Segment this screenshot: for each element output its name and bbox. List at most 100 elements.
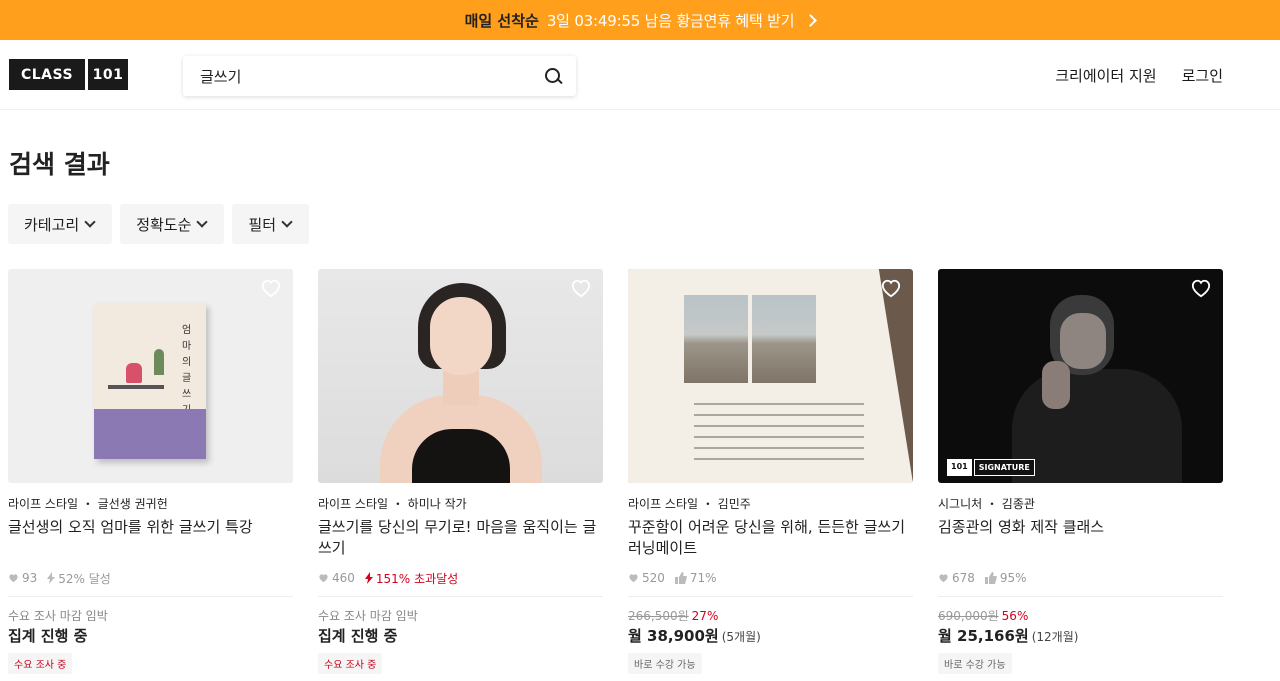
status-text: 집계 진행 중 (318, 627, 398, 645)
class-title[interactable]: 글쓰기를 당신의 무기로! 마음을 움직이는 글쓰기 (318, 517, 603, 559)
monthly-price: 월 38,900원 (5개월) (628, 625, 913, 647)
chevron-down-icon (196, 216, 209, 228)
class-card[interactable]: 라이프 스타일 ・ 하미나 작가 글쓰기를 당신의 무기로! 마음을 움직이는 … (318, 269, 603, 674)
price-info: 266,500원 27% (628, 607, 913, 623)
filter-category[interactable]: 카테고리 (8, 204, 113, 244)
filter-label: 카테고리 (24, 215, 80, 234)
heart-icon[interactable] (570, 278, 592, 298)
funding-rate: 151% 초과달성 (375, 571, 459, 586)
like-count: 460 (332, 571, 355, 585)
heart-small-icon (9, 574, 18, 583)
like-count: 678 (952, 571, 975, 585)
original-price: 266,500원 (628, 609, 689, 623)
class-stats: 678 95% (938, 571, 1223, 585)
heart-small-icon (939, 574, 948, 583)
satisfaction-stat: 71% (674, 571, 717, 585)
beach-photo (752, 295, 816, 383)
installment-months: (5개월) (721, 630, 761, 644)
deadline-text: 수요 조사 마감 임박 (8, 609, 108, 623)
filter-sort[interactable]: 정확도순 (120, 204, 225, 244)
chevron-right-icon (804, 13, 818, 27)
class-card[interactable]: 라이프 스타일 ・ 김민주 꾸준함이 어려운 당신을 위해, 든든한 글쓰기 러… (628, 269, 913, 674)
divider (318, 596, 603, 597)
discount-rate: 56% (1001, 609, 1029, 623)
divider (938, 596, 1223, 597)
promo-text: 3일 03:49:55 남음 황금연휴 혜택 받기 (546, 11, 795, 30)
logo[interactable]: CLASS 101 (9, 59, 128, 90)
login-link[interactable]: 로그인 (1182, 65, 1223, 86)
divider (628, 596, 913, 597)
monthly-price: 월 25,166원 (12개월) (938, 625, 1223, 647)
beach-photo (684, 295, 748, 383)
person-illustration (126, 363, 142, 383)
class-thumbnail[interactable] (318, 269, 603, 483)
portrait-dress (412, 429, 510, 483)
search-bar (183, 56, 576, 96)
monthly-price-value: 월 25,166원 (938, 627, 1029, 645)
thumbs-up-icon (674, 572, 687, 584)
class-stats: 460 151% 초과달성 (318, 570, 603, 587)
satisfaction-rate: 95% (999, 571, 1027, 585)
filter-label: 필터 (248, 215, 277, 234)
heart-small-icon (629, 574, 638, 583)
class-category: 시그니처 ・ 김종관 (938, 497, 1035, 511)
filter-label: 정확도순 (136, 215, 192, 234)
promo-prefix: 매일 선착순 (464, 11, 539, 30)
class-stats: 520 71% (628, 571, 913, 585)
funding-stat: 151% 초과달성 (364, 570, 459, 587)
text-lines (694, 403, 864, 469)
logo-101: 101 (88, 59, 128, 90)
status-badge: 수요 조사 중 (318, 653, 383, 674)
creator-support-link[interactable]: 크리에이터 지원 (1055, 65, 1156, 86)
logo-class: CLASS (9, 59, 85, 90)
page-title: 검색 결과 (9, 150, 110, 179)
class-card[interactable]: 엄마의 글쓰기 라이프 스타일 ・ 글선생 권귀헌 글선생의 오직 엄마를 위한… (8, 269, 293, 674)
result-list: 엄마의 글쓰기 라이프 스타일 ・ 글선생 권귀헌 글선생의 오직 엄마를 위한… (8, 269, 1223, 674)
status-badge: 바로 수강 가능 (938, 653, 1012, 674)
like-stat: 93 (8, 571, 37, 585)
class-thumbnail[interactable]: 101 SIGNATURE (938, 269, 1223, 483)
class-title[interactable]: 꾸준함이 어려운 당신을 위해, 든든한 글쓰기 러닝메이트 (628, 517, 913, 559)
deadline-text: 수요 조사 마감 임박 (318, 609, 418, 623)
signature-logo: 101 (947, 459, 972, 476)
portrait-body (1012, 369, 1182, 483)
lightning-icon (364, 572, 373, 584)
portrait-hand (1042, 361, 1070, 409)
heart-small-icon (319, 574, 328, 583)
class-category: 라이프 스타일 ・ 하미나 작가 (318, 497, 467, 511)
status-badge: 수요 조사 중 (8, 653, 73, 674)
signature-label: SIGNATURE (973, 459, 1035, 476)
like-stat: 460 (318, 571, 355, 585)
class-thumbnail[interactable]: 엄마의 글쓰기 (8, 269, 293, 483)
like-stat: 520 (628, 571, 665, 585)
promo-banner[interactable]: 매일 선착순 3일 03:49:55 남음 황금연휴 혜택 받기 (0, 0, 1280, 40)
heart-icon[interactable] (1190, 278, 1212, 298)
header: CLASS 101 크리에이터 지원 로그인 (0, 40, 1280, 110)
class-title[interactable]: 글선생의 오직 엄마를 위한 글쓰기 특강 (8, 517, 293, 559)
class-title[interactable]: 김종관의 영화 제작 클래스 (938, 517, 1223, 559)
class-thumbnail[interactable] (628, 269, 913, 483)
search-input[interactable] (200, 67, 544, 85)
desk-illustration (108, 385, 164, 389)
like-count: 93 (22, 571, 38, 585)
thumbs-up-icon (984, 572, 997, 584)
chevron-down-icon (281, 216, 293, 228)
discount-rate: 27% (691, 609, 719, 623)
book-title-text: 엄마의 글쓰기 (182, 325, 192, 416)
like-count: 520 (642, 571, 665, 585)
book-cover-image: 엄마의 글쓰기 (94, 303, 206, 459)
funding-stat: 52% 달성 (47, 570, 111, 587)
divider (8, 596, 293, 597)
class-category: 라이프 스타일 ・ 김민주 (628, 497, 751, 511)
installment-months: (12개월) (1031, 630, 1079, 644)
class-stats: 93 52% 달성 (8, 570, 293, 587)
status-text: 집계 진행 중 (8, 627, 88, 645)
search-icon[interactable] (544, 67, 562, 85)
class-card[interactable]: 101 SIGNATURE 시그니처 ・ 김종관 김종관의 영화 제작 클래스 … (938, 269, 1223, 674)
heart-icon[interactable] (260, 278, 282, 298)
chevron-down-icon (84, 216, 96, 228)
filter-more[interactable]: 필터 (232, 204, 310, 244)
heart-icon[interactable] (880, 278, 902, 298)
cover-band (94, 409, 206, 459)
satisfaction-stat: 95% (984, 571, 1027, 585)
